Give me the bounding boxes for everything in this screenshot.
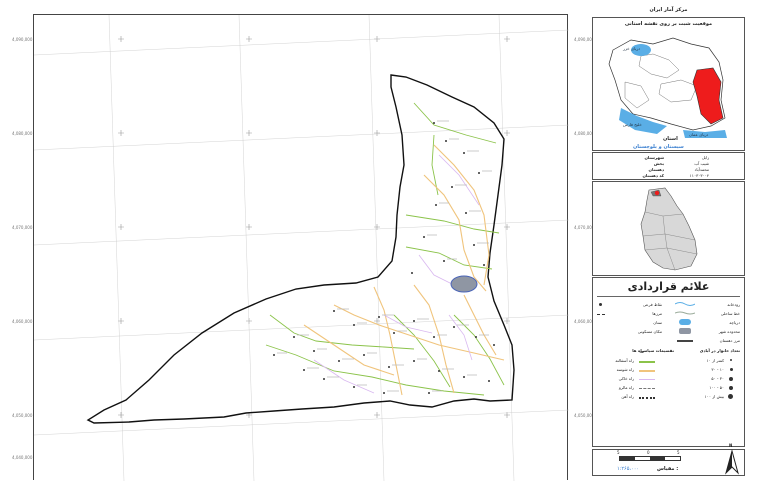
scale-tick: 0 [647, 450, 650, 455]
legend-title: علائم قراردادی [627, 280, 710, 293]
side-panel: مرکز آمار ایران موقعیت شبت بر روی نقشه ا… [592, 7, 745, 476]
info-label: بخش [653, 161, 664, 166]
population-class: ۱۰ - ۳۰ [711, 367, 724, 372]
political-title: تقسیمات سیاسی [639, 348, 674, 353]
population-class: کمتر از ۱۰ [706, 358, 724, 363]
road-label: راه مالرو [618, 385, 634, 390]
pop-dot [728, 394, 733, 399]
location-marker[interactable] [654, 190, 660, 196]
north-label: N [729, 443, 733, 448]
legend-item-label: مرز دهستان [719, 338, 740, 343]
legend-item-label: مرزها [652, 311, 662, 316]
org-title: مرکز آمار ایران [649, 7, 688, 13]
grid-label: 4,080,000 [12, 131, 33, 136]
legend-item-label: مکان مسکونی [637, 329, 662, 334]
grid-label: 4,070,000 [12, 225, 33, 230]
pop-dot [730, 368, 733, 371]
info-label: دهستان [648, 167, 664, 172]
scale-box: 5 0 5 مقیاس : ۱:۲۶۵،۰۰۰ [592, 449, 745, 476]
map-frame[interactable]: 4,090,000 4,080,000 4,070,000 4,060,000 … [12, 14, 594, 481]
legend-item-label: خط ساحلی [720, 311, 740, 316]
road-label: راه آهن [621, 394, 634, 399]
legend-item-label: ستان [653, 320, 662, 325]
dehestan-border-swatch [677, 340, 693, 342]
purple-roads [313, 154, 480, 394]
info-value: زابل [701, 155, 709, 160]
legend-item-label: محدوده شهر [718, 329, 740, 334]
oman-sea-label: دریای عمان [689, 132, 709, 137]
dirt-road-swatch [639, 379, 655, 380]
info-label: شهرستان [644, 155, 664, 160]
grid-crosses [118, 36, 510, 418]
grid-label: 4,050,000 [12, 413, 33, 418]
grid-label: 4,060,000 [12, 319, 33, 324]
city-area[interactable] [450, 275, 478, 293]
province-label: استان [663, 136, 678, 142]
railway-swatch [639, 397, 655, 399]
graticule-lines [34, 15, 569, 481]
legend-item-label: رودخانه [727, 302, 740, 307]
location-title: موقعیت شبت بر روی نقشه استانی [624, 21, 713, 27]
info-value: ۱۱۰۳۰۳۰۰۴ [689, 173, 709, 178]
county-inset-map[interactable] [635, 184, 705, 274]
scale-label: مقیاس : [657, 466, 679, 472]
grid-label: 4,090,000 [12, 37, 33, 42]
road-label: راه آسفالته [615, 358, 634, 363]
persian-gulf-label: خلیج فارس [623, 122, 642, 127]
village-map[interactable] [34, 15, 569, 481]
pop-dot [730, 359, 732, 361]
population-title: تعداد خانوار در آبادی [699, 348, 740, 353]
road-label: راه شوسه [616, 367, 634, 372]
lake-swatch [679, 319, 691, 325]
pop-dot [729, 386, 733, 390]
population-class: ۳۰ - ۵۰ [711, 376, 724, 381]
legend-box: علائم قراردادی رودخانه خط ساحلی دریاچه م… [592, 277, 745, 447]
province-name: سیستان و بلوچستان [633, 144, 684, 150]
dehestan-boundary [86, 74, 515, 424]
north-arrow-icon [725, 449, 739, 475]
info-value: شیب آب [694, 161, 709, 166]
border-swatch [597, 314, 605, 315]
scale-value: ۱:۲۶۵،۰۰۰ [617, 466, 640, 472]
info-box: شهرستان زابل بخش شیب آب دهستان محمدآباد … [592, 152, 745, 180]
legend-item-label: دریاچه [729, 320, 740, 325]
coastline-swatch [675, 311, 695, 315]
gravel-road-swatch [639, 370, 655, 372]
pop-dot [729, 377, 733, 381]
trail-swatch [639, 388, 655, 389]
caspian-label: دریای خزر [623, 46, 641, 51]
info-value: محمدآباد [694, 167, 709, 172]
point-swatch [599, 303, 602, 306]
info-label: کد دهستان [642, 173, 664, 178]
orange-roads [303, 144, 505, 396]
city-swatch [679, 328, 691, 334]
scale-tick: 5 [617, 450, 620, 455]
iran-inset-map[interactable] [601, 30, 736, 138]
road-label: راه خاکی [618, 376, 634, 381]
village-labels [277, 120, 492, 392]
asphalt-road-swatch [639, 361, 655, 363]
legend-item-label: نقاط فرعی [642, 302, 662, 307]
river-swatch [675, 302, 695, 306]
location-box: موقعیت شبت بر روی نقشه استانی دریای خزر … [592, 17, 745, 151]
population-class: ۵۰ - ۱۰۰ [709, 385, 724, 390]
scale-bar [619, 456, 681, 461]
county-inset-box [592, 181, 745, 276]
grid-label: 4,040,000 [12, 455, 33, 460]
county-shape [640, 187, 698, 271]
legend-divider [597, 296, 740, 297]
population-class: بیش از ۱۰۰ [704, 394, 724, 399]
village-points[interactable] [273, 122, 495, 394]
scale-tick: 5 [677, 450, 680, 455]
